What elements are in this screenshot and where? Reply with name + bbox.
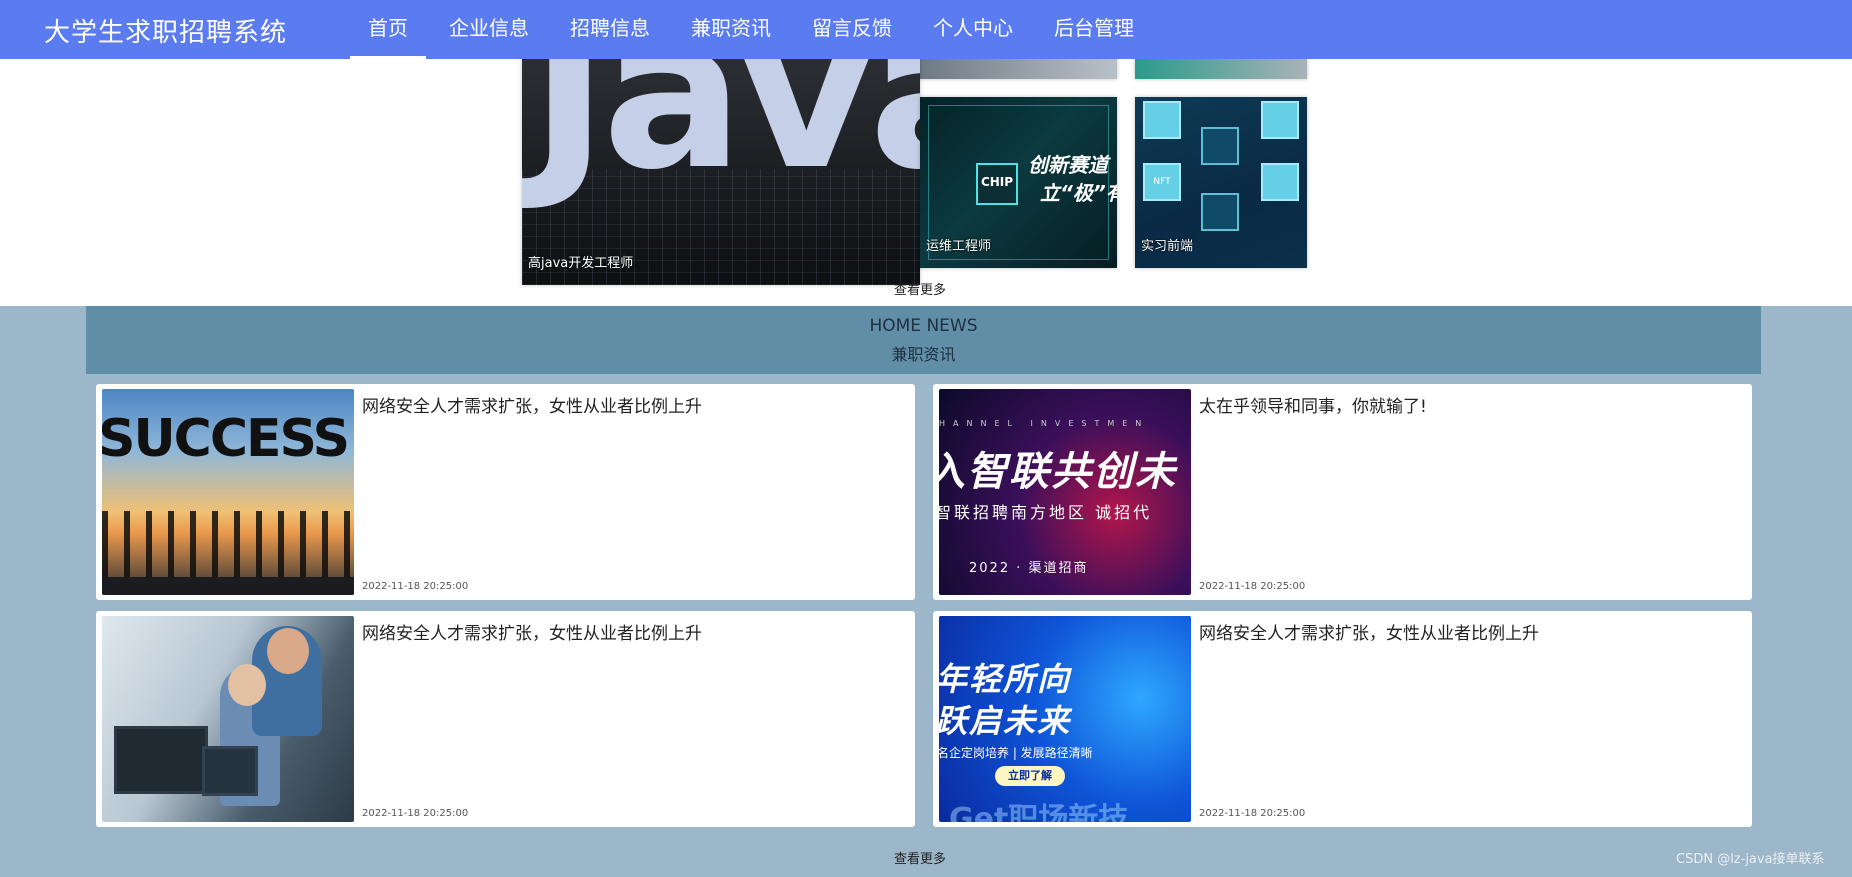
news-title: 网络安全人才需求扩张，女性从业者比例上升 (362, 624, 702, 644)
job-card[interactable]: NFT 实习前端 (1135, 97, 1307, 268)
monitor-graphic (114, 726, 208, 794)
site-brand[interactable]: 大学生求职招聘系统 (44, 12, 287, 49)
nft-cube-graphic (1201, 127, 1239, 165)
nft-cube-graphic (1143, 101, 1181, 139)
nav-item-jobs[interactable]: 招聘信息 (552, 0, 668, 59)
news-thumbnail-reflection (102, 577, 354, 595)
job-card[interactable]: Java 高java开发工程师 (522, 59, 920, 285)
news-title: 太在乎领导和同事，你就输了! (1199, 397, 1427, 417)
job-card[interactable]: CHIP 创新赛道 立“极”有你 运维工程师 (920, 97, 1117, 268)
news-thumbnail (102, 616, 354, 822)
news-header-zh: 兼职资讯 (891, 345, 956, 364)
news-thumbnail-text: SUCCESS (102, 409, 350, 469)
person-graphic (228, 664, 266, 706)
news-title: 网络安全人才需求扩张，女性从业者比例上升 (1199, 624, 1539, 644)
news-date: 2022-11-18 20:25:00 (1199, 808, 1306, 819)
job-card-partial[interactable] (1135, 59, 1307, 79)
news-thumbnail: HANNEL INVESTMEN 入智联共创未 智联招聘南方地区 诚招代 202… (939, 389, 1191, 595)
news-section-header: HOME NEWS 兼职资讯 (86, 306, 1761, 374)
top-navbar: 大学生求职招聘系统 首页 企业信息 招聘信息 兼职资讯 留言反馈 个人中心 后台… (0, 0, 1852, 59)
job-image-text: 创新赛道 (1028, 153, 1108, 177)
nav-item-parttime-news[interactable]: 兼职资讯 (673, 0, 789, 59)
nft-cube-graphic (1201, 193, 1239, 231)
nav-item-profile[interactable]: 个人中心 (915, 0, 1031, 59)
job-image-text: Java (530, 59, 920, 216)
news-thumbnail-text: 年轻所向 (939, 660, 1072, 698)
news-thumbnail-text: Get职场新技 (949, 802, 1129, 822)
main-nav: 首页 企业信息 招聘信息 兼职资讯 留言反馈 个人中心 后台管理 (350, 0, 1157, 59)
nav-item-admin[interactable]: 后台管理 (1036, 0, 1152, 59)
nft-cube-graphic (1261, 101, 1299, 139)
news-header-en: HOME NEWS (869, 316, 978, 336)
news-section: HOME NEWS 兼职资讯 SUCCESS 网络安全人才需求扩张，女性从业者比… (0, 306, 1852, 877)
news-thumbnail: 年轻所向 跃启未来 名企定岗培养 | 发展路径清晰 立即了解 Get职场新技 (939, 616, 1191, 822)
job-image-text: NFT (1143, 163, 1181, 201)
person-graphic (267, 628, 309, 674)
job-title: 实习前端 (1141, 239, 1194, 254)
watermark: CSDN @lz-java接单联系 (1676, 852, 1825, 867)
job-title: 高java开发工程师 (528, 256, 634, 271)
news-title: 网络安全人才需求扩张，女性从业者比例上升 (362, 397, 702, 417)
nav-item-feedback[interactable]: 留言反馈 (794, 0, 910, 59)
job-card-partial[interactable] (920, 59, 1117, 79)
news-thumbnail-text: HANNEL INVESTMEN (939, 419, 1150, 428)
news-date: 2022-11-18 20:25:00 (362, 808, 469, 819)
news-thumbnail-text: 入智联共创未 (939, 449, 1177, 495)
news-card[interactable]: SUCCESS 网络安全人才需求扩张，女性从业者比例上升 2022-11-18 … (96, 384, 915, 600)
nav-item-companies[interactable]: 企业信息 (431, 0, 547, 59)
news-thumbnail-text: 智联招聘南方地区 诚招代 (939, 503, 1153, 522)
job-image-text: CHIP (976, 163, 1018, 205)
news-thumbnail-text: 2022 · 渠道招商 (969, 561, 1089, 576)
news-view-more-link[interactable]: 查看更多 (894, 848, 946, 867)
news-thumbnail-silhouettes (102, 511, 354, 581)
nav-item-home[interactable]: 首页 (350, 0, 426, 59)
nft-cube-graphic (1261, 163, 1299, 201)
news-date: 2022-11-18 20:25:00 (362, 581, 469, 592)
news-thumbnail: SUCCESS (102, 389, 354, 595)
jobs-view-more-link[interactable]: 查看更多 (894, 279, 946, 298)
news-card[interactable]: 网络安全人才需求扩张，女性从业者比例上升 2022-11-18 20:25:00 (96, 611, 915, 827)
job-image-text: 立“极”有你 (1040, 181, 1117, 205)
news-date: 2022-11-18 20:25:00 (1199, 581, 1306, 592)
news-card[interactable]: HANNEL INVESTMEN 入智联共创未 智联招聘南方地区 诚招代 202… (933, 384, 1752, 600)
job-listings: Java 高java开发工程师 CHIP 创新赛道 立“极”有你 运维工程师 N… (0, 59, 1852, 306)
news-card[interactable]: 年轻所向 跃启未来 名企定岗培养 | 发展路径清晰 立即了解 Get职场新技 网… (933, 611, 1752, 827)
news-thumbnail-text: 立即了解 (995, 766, 1065, 786)
monitor-graphic (202, 746, 258, 796)
job-title: 运维工程师 (926, 239, 992, 254)
news-thumbnail-text: 跃启未来 (939, 702, 1072, 740)
news-thumbnail-text: 名企定岗培养 | 发展路径清晰 (939, 746, 1093, 760)
